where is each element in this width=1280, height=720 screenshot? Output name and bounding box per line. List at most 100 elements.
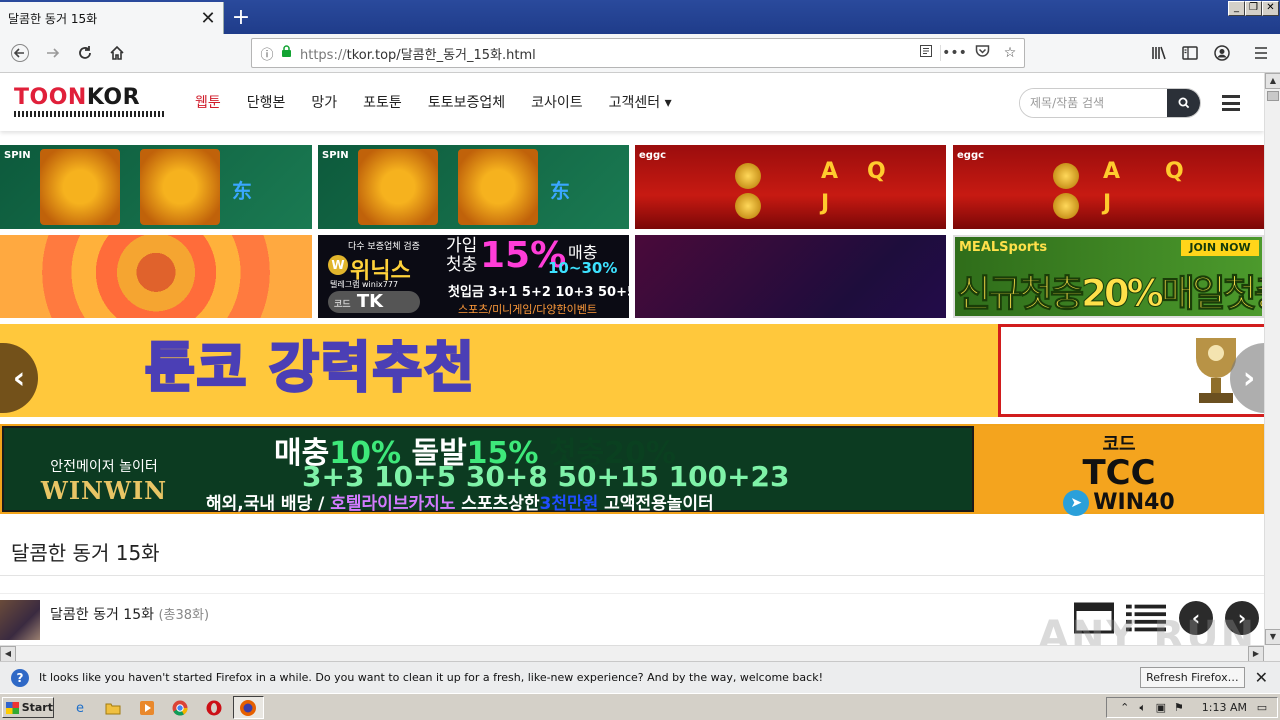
menu-item-cosite[interactable]: 코사이트	[518, 92, 596, 112]
site-logo[interactable]: TOONKOR	[14, 87, 166, 119]
horizontal-scrollbar[interactable]: ◀ ▶	[0, 645, 1264, 662]
ad-slot-letter: Q	[867, 159, 886, 184]
window-close-button[interactable]: ✕	[1262, 1, 1279, 16]
show-desktop-icon[interactable]: ▭	[1253, 701, 1271, 714]
ad-banner-slot-3[interactable]: eggc A Q J	[635, 145, 946, 229]
ad-subline: 해외,국내 배당 / 호텔라이브카지노 스포츠상한3천만원 고액전용놀이터	[206, 494, 714, 514]
folder-icon[interactable]	[103, 698, 123, 718]
back-arrow-icon[interactable]	[5, 39, 35, 67]
menu-item-webtoon[interactable]: 웹툰	[182, 92, 234, 112]
ad-text: 코드	[334, 300, 351, 310]
ad-text: 신규첫충20%매일첫충10%	[956, 272, 1262, 316]
tab-close-icon[interactable]: ✕	[197, 7, 219, 29]
restore-button[interactable]: ❐	[1245, 1, 1262, 16]
ad-banner-winnis[interactable]: 다수 보증업체 검증 W 위닉스 텔레그램 winix777 코드 TK 가입 첫…	[318, 235, 629, 318]
ad-code: TK	[356, 291, 384, 312]
ad-text: 스포츠/미니게임/다양한이벤트	[458, 303, 597, 316]
page-title: 달콤한 동거 15화	[11, 541, 160, 565]
ad-slot-letter: J	[821, 191, 830, 216]
scroll-left-icon[interactable]: ◀	[0, 646, 16, 662]
menu-item-manga[interactable]: 망가	[298, 92, 350, 112]
search-button[interactable]	[1167, 89, 1200, 117]
menu-icon[interactable]	[1248, 40, 1274, 66]
hero-text: 툰코 강력추천	[144, 335, 476, 401]
hero-carousel[interactable]: 툰코 강력추천	[0, 324, 1264, 417]
scroll-down-icon[interactable]: ▼	[1265, 629, 1280, 645]
menu-item-phototoon[interactable]: 포토툰	[350, 92, 415, 112]
scroll-thumb[interactable]	[1267, 91, 1279, 101]
ad-banner-slot-1[interactable]: SPIN 东	[0, 145, 312, 229]
url-text[interactable]: https://tkor.top/달콤한_동거_15화.html	[294, 44, 912, 63]
refresh-firefox-button[interactable]: Refresh Firefox…	[1140, 667, 1245, 688]
minimize-button[interactable]: _	[1228, 1, 1245, 16]
navigation-toolbar: ⓘ https://tkor.top/달콤한_동거_15화.html ••• ☆	[0, 34, 1280, 73]
media-player-icon[interactable]	[137, 698, 157, 718]
ad-code: TCC	[1082, 453, 1156, 493]
start-button[interactable]: Start	[2, 697, 54, 718]
scroll-right-icon[interactable]: ▶	[1248, 646, 1264, 662]
ad-logo-icon: W	[328, 255, 348, 275]
url-bar[interactable]: ⓘ https://tkor.top/달콤한_동거_15화.html ••• ☆	[251, 38, 1025, 68]
bookmark-star-icon[interactable]: ☆	[996, 45, 1024, 61]
menu-item-toto[interactable]: 토토보증업체	[415, 92, 518, 112]
anyrun-watermark: ANY RUN	[1038, 613, 1257, 645]
ad-code-2: ➤ WIN40	[976, 490, 1262, 516]
forward-arrow-icon[interactable]	[38, 39, 68, 67]
page-actions-icon[interactable]: •••	[940, 45, 968, 61]
menu-item-support[interactable]: 고객센터 ▾	[596, 92, 685, 112]
account-icon[interactable]	[1209, 40, 1235, 66]
volume-icon[interactable]: 🔈︎	[1134, 701, 1152, 715]
sidebar-icon[interactable]	[1177, 40, 1203, 66]
ad-banner-target[interactable]	[0, 235, 312, 318]
browser-tab-strip: 달콤한 동거 15화 ✕ + _ ❐ ✕	[0, 0, 1280, 34]
site-header: TOONKOR 웹툰 단행본 망가 포토툰 토토보증업체 코사이트 고객센터 ▾	[0, 73, 1264, 131]
ad-banner-slot-4[interactable]: eggc A Q J	[953, 145, 1264, 229]
ad-brand-label: SPIN	[4, 150, 31, 161]
tray-expand-icon[interactable]: ⌃	[1116, 701, 1134, 714]
ad-text: 가입 첫충	[446, 236, 478, 275]
ad-slot-letter: Q	[1165, 159, 1184, 184]
vertical-scrollbar[interactable]: ▲ ▼	[1264, 73, 1280, 645]
scroll-up-icon[interactable]: ▲	[1265, 73, 1280, 89]
site-menu-icon[interactable]	[1222, 95, 1240, 111]
ad-banner-slot-2[interactable]: SPIN 东	[318, 145, 629, 229]
search-icon	[1178, 97, 1189, 109]
reload-icon[interactable]	[70, 39, 100, 67]
ad-slot-letter: J	[1103, 191, 1112, 216]
search-input[interactable]	[1020, 89, 1167, 117]
logo-text-kor: KOR	[86, 85, 141, 110]
ad-banner-blank[interactable]	[635, 235, 946, 318]
ad-text: MEALSports	[959, 240, 1048, 255]
ad-slot-char: 东	[232, 179, 252, 203]
action-center-flag-icon[interactable]: ⚑	[1170, 701, 1188, 714]
ad-text: JOIN NOW	[1181, 240, 1259, 256]
question-icon: ?	[11, 668, 29, 687]
opera-icon[interactable]	[204, 698, 224, 718]
new-tab-button[interactable]: +	[228, 4, 254, 30]
firefox-icon[interactable]	[238, 698, 258, 718]
hero-trophy-image	[998, 324, 1264, 417]
clock: 1:13 AM	[1201, 701, 1247, 714]
episode-thumbnail[interactable]	[0, 600, 40, 640]
logo-barcode	[14, 111, 166, 117]
notification-close-icon[interactable]: ✕	[1255, 668, 1268, 687]
ad-brand-label: eggc	[957, 150, 985, 161]
home-icon[interactable]	[102, 39, 132, 67]
reader-view-icon[interactable]	[912, 44, 940, 62]
web-page: TOONKOR 웹툰 단행본 망가 포토툰 토토보증업체 코사이트 고객센터 ▾…	[0, 73, 1264, 645]
pocket-icon[interactable]	[968, 44, 996, 62]
browser-tab-active[interactable]: 달콤한 동거 15화 ✕	[0, 2, 224, 34]
site-search	[1019, 88, 1201, 118]
ad-text: 첫입금 3+1 5+2 10+3 50+5	[448, 285, 629, 300]
ad-brand-label: SPIN	[322, 150, 349, 161]
menu-item-volumes[interactable]: 단행본	[234, 92, 299, 112]
ie-icon[interactable]: e	[70, 698, 90, 718]
library-icon[interactable]	[1146, 40, 1172, 66]
ad-banner-mealsports[interactable]: MEALSports JOIN NOW 신규첫충20%매일첫충10%	[953, 235, 1264, 318]
ad-banner-winwin[interactable]: 안전메이저 놀이터 WINWIN 매충10% 돌발15% 첫충20% 3+3 1…	[0, 424, 1264, 516]
url-protocol: https://	[300, 47, 347, 63]
episode-name: 달콤한 동거 15화 (총38화)	[50, 607, 210, 623]
site-info-icon[interactable]: ⓘ	[256, 44, 278, 63]
chrome-icon[interactable]	[170, 698, 190, 718]
network-icon[interactable]: ▣	[1152, 701, 1170, 714]
